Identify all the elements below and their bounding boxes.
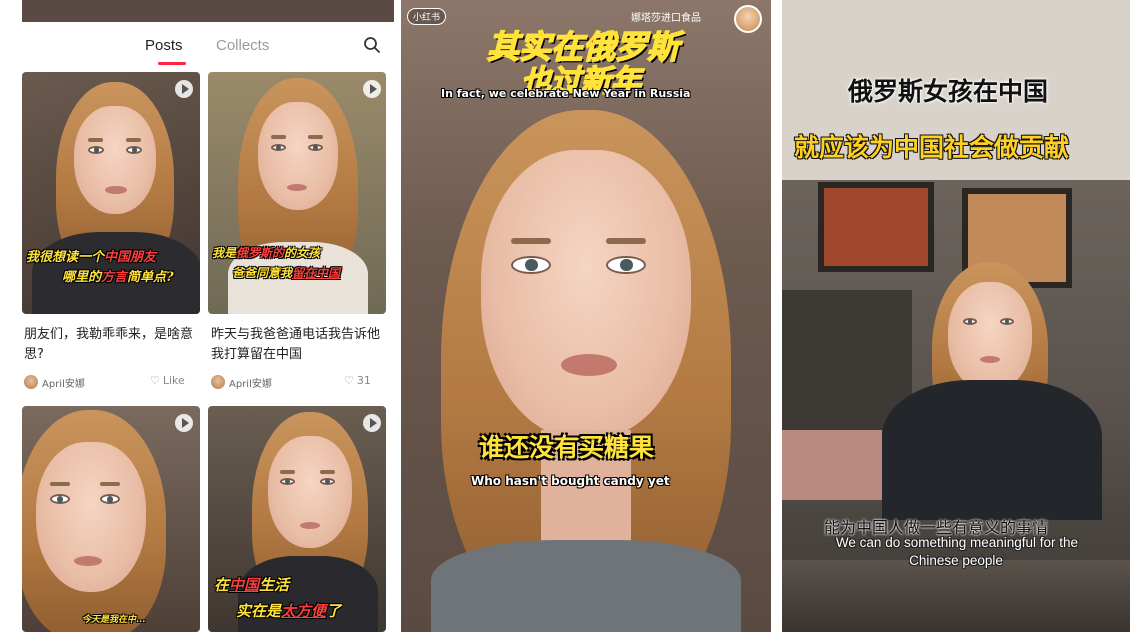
post-1-author[interactable]: April安娜 <box>24 373 85 391</box>
right-caption-en-2: Chinese people <box>909 553 1003 568</box>
right-video-panel[interactable]: 俄罗斯女孩在中国 就应该为中国社会做贡献 能为中国人做一些有意义的事情 We c… <box>782 0 1130 632</box>
post-card-3[interactable]: 今天是我在中... <box>22 406 200 632</box>
right-caption-en-1: We can do something meaningful for the <box>835 535 1079 550</box>
video-subtitle-en: In fact, we celebrate New Year in Russia <box>441 87 691 100</box>
wall-painting-left <box>818 182 934 272</box>
author-name: April安娜 <box>42 378 85 390</box>
post-1-like-button[interactable]: ♡ Like <box>150 374 185 387</box>
post-2-caption-line2: 爸爸同意我留在中国 <box>232 266 341 280</box>
feed-tab-bar: Posts Collects <box>22 22 394 70</box>
tab-collects[interactable]: Collects <box>216 37 269 54</box>
post-2-author[interactable]: April安娜 <box>211 373 272 391</box>
play-icon <box>363 414 381 432</box>
right-headline-1: 俄罗斯女孩在中国 <box>848 77 1049 106</box>
play-icon <box>175 80 193 98</box>
post-2-like-button[interactable]: ♡ 31 <box>344 374 371 387</box>
post-3-caption: 今天是我在中... <box>82 615 146 625</box>
post-1-caption-line2: 哪里的方言简单点? <box>62 270 174 285</box>
like-count: 31 <box>356 374 371 387</box>
play-icon <box>175 414 193 432</box>
post-card-2[interactable]: 我是俄罗斯的的女孩 爸爸同意我留在中国 <box>208 72 386 314</box>
post-4-caption-line2: 实在是太方便了 <box>236 602 342 620</box>
video-caption-en: Who hasn't bought candy yet <box>471 474 670 488</box>
center-video-panel[interactable]: 小红书 娜塔莎进口食品 其实在俄罗斯 也过新年 In fact, we cele… <box>401 0 771 632</box>
xiaohongshu-logo: 小红书 <box>407 8 447 25</box>
post-1-caption-line1: 我很想读一个中国朋友 <box>26 250 157 265</box>
heart-icon: ♡ <box>344 374 354 387</box>
active-tab-indicator <box>158 62 186 65</box>
video-caption-cn: 谁还没有买糖果 <box>479 433 655 462</box>
header-banner <box>22 0 394 22</box>
like-label: Like <box>162 374 185 387</box>
play-icon <box>363 80 381 98</box>
shop-avatar[interactable] <box>734 5 762 33</box>
post-card-4[interactable]: 在中国生活 实在是太方便了 <box>208 406 386 632</box>
post-1-title[interactable]: 朋友们，我勒乖乖来，是啥意思? <box>24 325 194 365</box>
post-card-1[interactable]: 我很想读一个中国朋友 哪里的方言简单点? <box>22 72 200 314</box>
tab-posts[interactable]: Posts <box>145 37 183 54</box>
profile-feed-panel: Posts Collects 我很想读一个中国朋友 哪里的方言简单点? 朋友们，… <box>22 0 394 632</box>
heart-icon: ♡ <box>150 374 160 387</box>
post-2-title[interactable]: 昨天与我爸爸通电话我告诉他我打算留在中国 <box>211 325 387 365</box>
avatar <box>24 375 38 389</box>
author-name: April安娜 <box>229 378 272 390</box>
avatar <box>211 375 225 389</box>
post-4-caption-line1: 在中国生活 <box>214 576 290 594</box>
post-2-caption-line1: 我是俄罗斯的的女孩 <box>212 246 321 260</box>
search-icon[interactable] <box>363 36 381 54</box>
right-headline-2: 就应该为中国社会做贡献 <box>794 133 1070 162</box>
